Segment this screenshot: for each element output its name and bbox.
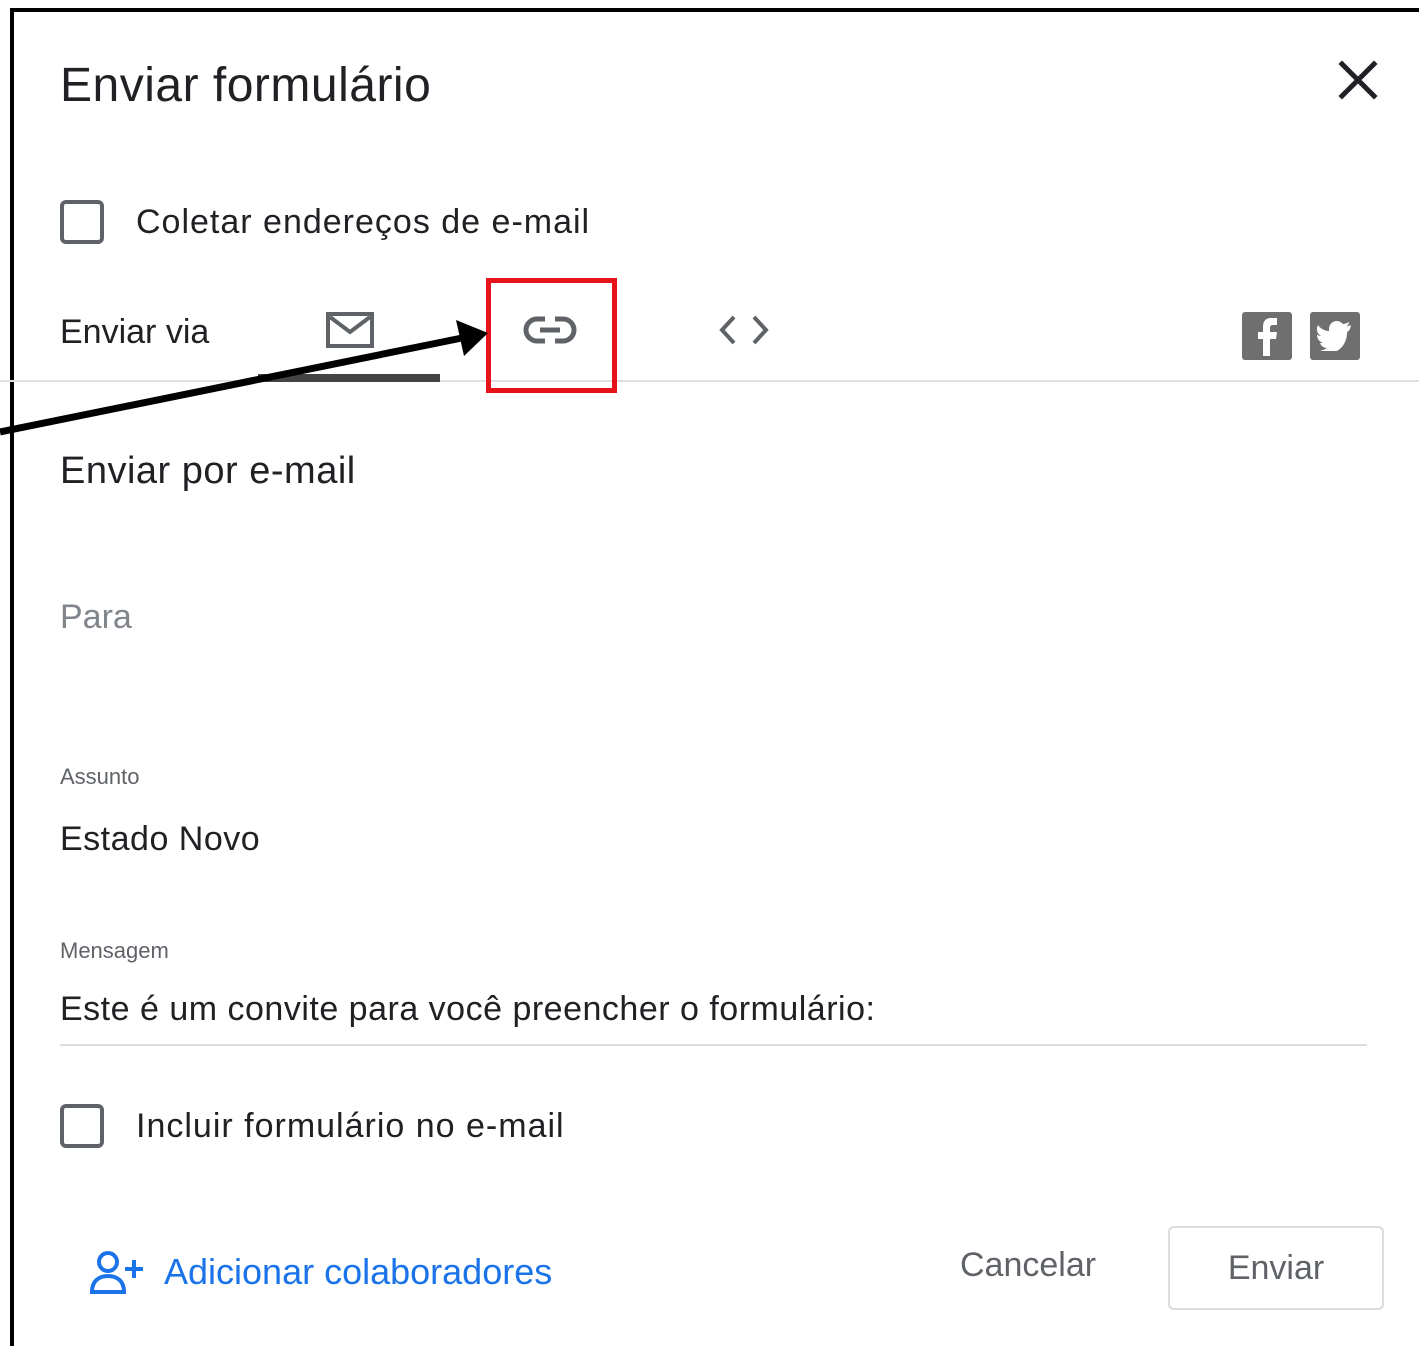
dialog-title: Enviar formulário — [60, 59, 432, 112]
add-collaborators-label: Adicionar colaboradores — [164, 1251, 553, 1292]
collect-emails-label: Coletar endereços de e-mail — [136, 203, 591, 241]
send-button[interactable]: Enviar — [1168, 1226, 1384, 1310]
subject-label: Assunto — [60, 764, 140, 789]
embed-code-icon — [719, 315, 769, 345]
collect-emails-checkbox[interactable] — [60, 200, 104, 244]
message-input[interactable]: Este é um convite para você preencher o … — [60, 990, 875, 1029]
tab-embed[interactable] — [694, 300, 794, 360]
twitter-icon[interactable] — [1310, 312, 1360, 360]
section-title: Enviar por e-mail — [60, 450, 356, 492]
to-input[interactable]: Para — [60, 598, 132, 637]
add-person-icon — [90, 1251, 143, 1294]
message-underline — [60, 1044, 1367, 1046]
add-collaborators-button[interactable]: Adicionar colaboradores — [90, 1250, 552, 1294]
annotation-arrow — [0, 320, 488, 436]
include-form-checkbox[interactable] — [60, 1104, 104, 1148]
include-form-label: Incluir formulário no e-mail — [136, 1107, 565, 1145]
message-label: Mensagem — [60, 938, 169, 963]
close-icon[interactable] — [1336, 58, 1380, 102]
cancel-button[interactable]: Cancelar — [960, 1246, 1096, 1285]
subject-input[interactable]: Estado Novo — [60, 820, 260, 859]
link-tab-highlight-box — [486, 278, 617, 393]
facebook-icon[interactable] — [1242, 312, 1292, 360]
